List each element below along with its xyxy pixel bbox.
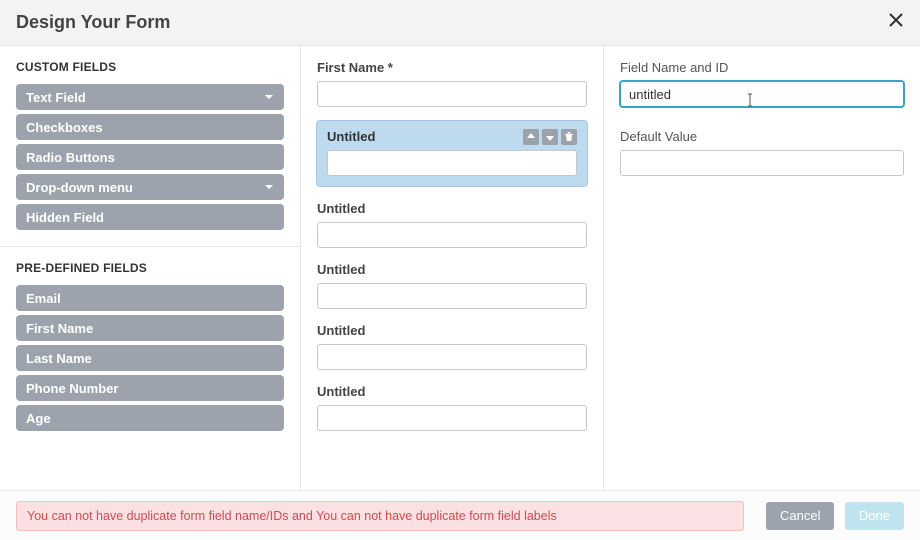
predefined-field-phone-number[interactable]: Phone Number <box>16 375 284 401</box>
pill-label: Radio Buttons <box>26 150 115 165</box>
predefined-field-email[interactable]: Email <box>16 285 284 311</box>
form-field-label: Untitled <box>317 262 587 277</box>
pill-label: Drop-down menu <box>26 180 133 195</box>
default-value-label: Default Value <box>620 129 904 144</box>
sidebar-divider <box>0 246 300 247</box>
custom-field-hidden-field[interactable]: Hidden Field <box>16 204 284 230</box>
custom-field-radio-buttons[interactable]: Radio Buttons <box>16 144 284 170</box>
field-name-label: Field Name and ID <box>620 60 904 75</box>
form-field-selected[interactable]: Untitled <box>316 120 588 187</box>
form-field[interactable]: Untitled <box>317 201 587 248</box>
properties-panel: Field Name and ID Default Value <box>604 46 920 490</box>
pill-label: Checkboxes <box>26 120 103 135</box>
custom-fields-heading: CUSTOM FIELDS <box>16 60 284 74</box>
pill-label: Phone Number <box>26 381 118 396</box>
form-field[interactable]: Untitled <box>317 323 587 370</box>
field-name-input[interactable] <box>620 81 904 107</box>
predefined-field-first-name[interactable]: First Name <box>16 315 284 341</box>
trash-icon[interactable] <box>561 129 577 145</box>
cancel-button[interactable]: Cancel <box>766 502 834 530</box>
modal-header: Design Your Form <box>0 0 920 46</box>
form-field-label: Untitled <box>317 384 587 399</box>
move-down-icon[interactable] <box>542 129 558 145</box>
custom-field-text-field[interactable]: Text Field <box>16 84 284 110</box>
form-field[interactable]: Untitled <box>317 262 587 309</box>
form-field-input[interactable] <box>317 222 587 248</box>
pill-label: First Name <box>26 321 93 336</box>
pill-label: Hidden Field <box>26 210 104 225</box>
custom-field-dropdown-menu[interactable]: Drop-down menu <box>16 174 284 200</box>
pill-label: Age <box>26 411 51 426</box>
move-up-icon[interactable] <box>523 129 539 145</box>
default-value-input[interactable] <box>620 150 904 176</box>
pill-label: Email <box>26 291 61 306</box>
form-field-input[interactable] <box>317 81 587 107</box>
form-canvas: First Name * Untitled Untitled Untitled … <box>300 46 604 490</box>
close-icon[interactable] <box>888 12 904 33</box>
chevron-down-icon <box>264 90 274 105</box>
custom-field-checkboxes[interactable]: Checkboxes <box>16 114 284 140</box>
form-field-input[interactable] <box>317 344 587 370</box>
form-field-label: First Name * <box>317 60 587 75</box>
done-button[interactable]: Done <box>845 502 904 530</box>
form-field-input[interactable] <box>317 283 587 309</box>
form-field-input[interactable] <box>317 405 587 431</box>
form-field-label: Untitled <box>317 201 587 216</box>
pill-label: Last Name <box>26 351 92 366</box>
form-field[interactable]: Untitled <box>317 384 587 431</box>
pill-label: Text Field <box>26 90 86 105</box>
form-field-label: Untitled <box>317 323 587 338</box>
footer: You can not have duplicate form field na… <box>0 490 920 540</box>
predefined-fields-heading: PRE-DEFINED FIELDS <box>16 261 284 275</box>
error-banner: You can not have duplicate form field na… <box>16 501 744 531</box>
form-field-input[interactable] <box>327 150 577 176</box>
predefined-field-last-name[interactable]: Last Name <box>16 345 284 371</box>
form-field[interactable]: First Name * <box>317 60 587 107</box>
chevron-down-icon <box>264 180 274 195</box>
predefined-field-age[interactable]: Age <box>16 405 284 431</box>
modal-title: Design Your Form <box>16 12 170 33</box>
sidebar: CUSTOM FIELDS Text Field Checkboxes Radi… <box>0 46 300 490</box>
